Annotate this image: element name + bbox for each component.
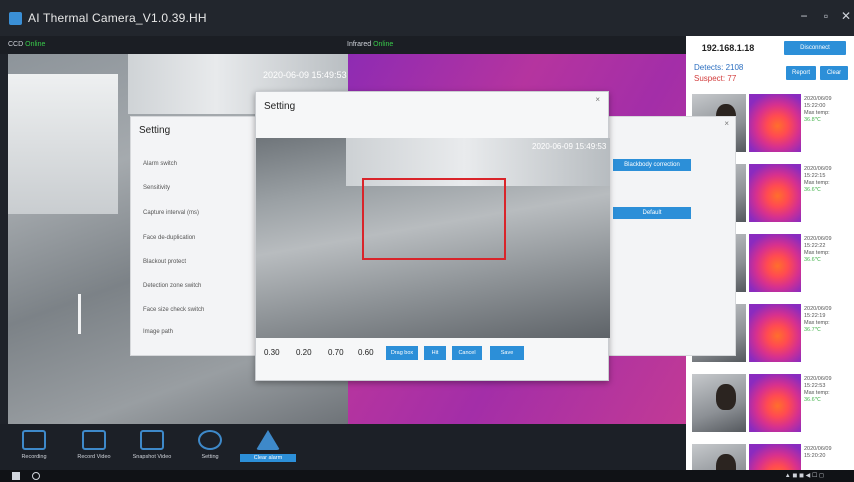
bottom-toolbar: Recording Record Video Snapshot Video Se… [0, 424, 686, 470]
infrared-status: Infrared Online [347, 41, 394, 48]
title-bar: AI Thermal Camera_V1.0.39.HH − ▫ ✕ [0, 0, 854, 36]
record-meta: 2020/06/09 15:22:19 Max temp: 36.7℃ [804, 306, 832, 333]
thermal-snapshot [749, 304, 801, 362]
minimize-button[interactable]: − [794, 8, 814, 24]
app-window: AI Thermal Camera_V1.0.39.HH − ▫ ✕ CCD O… [0, 0, 854, 482]
setting-label: Blackout protect [143, 259, 187, 265]
camera-status-bar: CCD Online Infrared Online [0, 36, 686, 54]
clear-button[interactable]: Clear [820, 66, 848, 80]
start-icon[interactable] [12, 472, 20, 480]
report-button[interactable]: Report [786, 66, 816, 80]
setting-label: Face de-duplication [143, 235, 196, 241]
folder-icon [140, 430, 164, 450]
recording-button[interactable]: Recording [6, 430, 62, 470]
detection-zone-preview: 2020-06-09 15:49:53 [256, 138, 610, 338]
blackbody-correction-button[interactable]: Blackbody correction [613, 159, 691, 171]
ip-address-field[interactable]: 192.168.1.18 [694, 40, 762, 56]
save-button[interactable]: Save [490, 346, 524, 360]
zone-controls: 0.30 0.20 0.70 0.60 Drag box Hit Cancel … [256, 342, 610, 366]
camera-icon [22, 430, 46, 450]
setting-label: Image path [143, 329, 174, 335]
feed-timestamp: 2020-06-09 15:49:53 [263, 70, 347, 80]
tool-label: Snapshot Video [132, 454, 172, 460]
tool-label: Setting [201, 454, 219, 460]
record-meta: 2020/06/09 15:22:15 Max temp: 36.6℃ [804, 166, 832, 193]
ccd-status: CCD Online [8, 41, 46, 48]
feed-floor-line [78, 294, 81, 334]
list-item[interactable]: 2020/06/09 15:20:20 [692, 442, 852, 470]
search-icon[interactable] [32, 472, 40, 480]
setting-label: Capture interval (ms) [143, 210, 200, 216]
thermal-snapshot [749, 164, 801, 222]
thermal-snapshot [749, 94, 801, 152]
feed-background-desk [8, 74, 118, 214]
drag-box-button[interactable]: Drag box [386, 346, 418, 360]
preview-timestamp: 2020-06-09 15:49:53 [532, 142, 607, 151]
default-button[interactable]: Default [613, 207, 691, 219]
snapshot-video-button[interactable]: Snapshot Video [124, 430, 180, 470]
record-meta: 2020/06/09 15:20:20 [804, 446, 832, 459]
dialog-title: Setting [139, 125, 171, 136]
setting-label: Alarm switch [143, 161, 178, 167]
maximize-button[interactable]: ▫ [816, 8, 836, 24]
cancel-button[interactable]: Cancel [452, 346, 482, 360]
alert-icon [256, 430, 280, 450]
disconnect-button[interactable]: Disconnect [784, 41, 846, 55]
close-icon[interactable]: × [724, 119, 729, 128]
gear-icon [198, 430, 222, 450]
clear-alarm-button[interactable]: Clear alarm [240, 430, 296, 470]
os-taskbar: ▲ ◼ ◼ ◀ ☐ ◻ [0, 470, 854, 482]
zone-value: 0.30 [264, 348, 280, 357]
detection-zone-box[interactable] [362, 178, 506, 260]
app-logo-icon [9, 12, 22, 25]
face-snapshot [692, 444, 746, 470]
tool-label: Record Video [77, 454, 111, 460]
setting-label: Detection zone switch [143, 283, 202, 289]
thermal-snapshot [749, 234, 801, 292]
record-meta: 2020/06/09 15:22:00 Max temp: 36.8℃ [804, 96, 832, 123]
tool-label: Recording [21, 454, 47, 460]
face-snapshot [692, 374, 746, 432]
record-video-button[interactable]: Record Video [66, 430, 122, 470]
folder-icon [82, 430, 106, 450]
setting-dialog-front: Setting × 2020-06-09 15:49:53 0.30 0.20 … [255, 91, 610, 381]
hit-button[interactable]: Hit [424, 346, 446, 360]
dialog-title: Setting [264, 101, 296, 112]
setting-label: Sensitivity [143, 185, 171, 191]
detection-counts: Detects: 2108 Suspect: 77 [694, 63, 744, 83]
system-tray: ▲ ◼ ◼ ◀ ☐ ◻ [784, 473, 824, 479]
thermal-snapshot [749, 444, 801, 470]
zone-value: 0.20 [296, 348, 312, 357]
setting-label: Face size check switch [143, 307, 205, 313]
record-meta: 2020/06/09 15:22:53 Max temp: 36.6℃ [804, 376, 832, 403]
close-icon[interactable]: × [595, 95, 600, 104]
setting-button[interactable]: Setting [182, 430, 238, 470]
zone-value: 0.60 [358, 348, 374, 357]
zone-value: 0.70 [328, 348, 344, 357]
close-window-button[interactable]: ✕ [836, 8, 854, 24]
record-meta: 2020/06/09 15:22:22 Max temp: 36.6℃ [804, 236, 832, 263]
thermal-snapshot [749, 374, 801, 432]
window-title: AI Thermal Camera_V1.0.39.HH [28, 11, 207, 25]
tool-label: Clear alarm [240, 454, 296, 462]
list-item[interactable]: 2020/06/09 15:22:53 Max temp: 36.6℃ [692, 372, 852, 436]
